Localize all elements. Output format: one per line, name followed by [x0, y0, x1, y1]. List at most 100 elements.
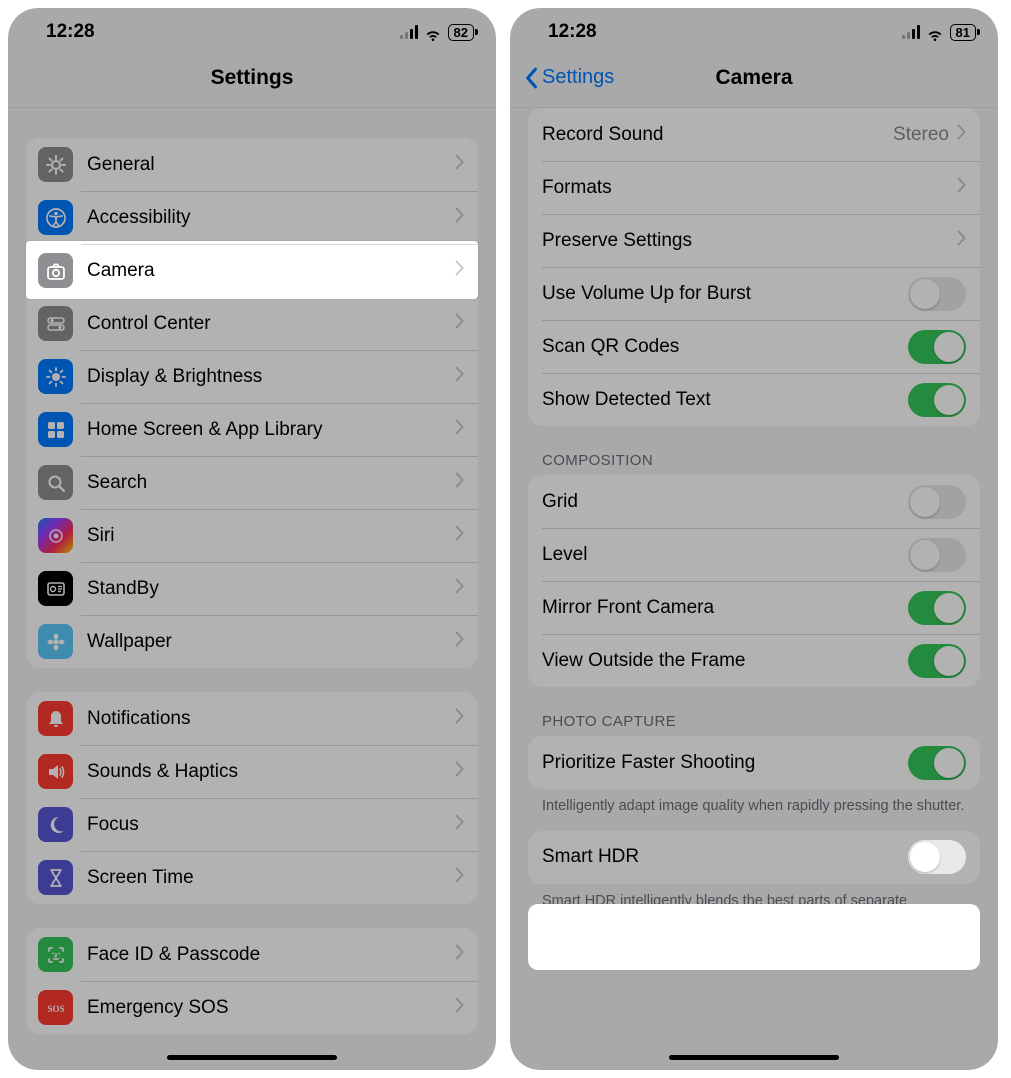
chevron-right-icon: [957, 124, 966, 145]
chevron-right-icon: [455, 761, 464, 782]
page-title: Settings: [211, 66, 294, 90]
settings-row-sos[interactable]: SOSEmergency SOS: [26, 981, 478, 1034]
row-label: Notifications: [87, 708, 455, 730]
status-time: 12:28: [46, 21, 95, 43]
row-label: Show Detected Text: [542, 389, 908, 411]
chevron-right-icon: [455, 260, 464, 281]
camera-row-burst[interactable]: Use Volume Up for Burst: [528, 267, 980, 320]
settings-row-control-center[interactable]: Control Center: [26, 297, 478, 350]
detected-text-toggle[interactable]: [908, 383, 966, 417]
sun-icon: [38, 359, 73, 394]
cellular-icon: [400, 25, 418, 39]
camera-row-detected-text[interactable]: Show Detected Text: [528, 373, 980, 426]
mirror-toggle[interactable]: [908, 591, 966, 625]
faster-toggle[interactable]: [908, 746, 966, 780]
switches-icon: [38, 306, 73, 341]
row-label: Siri: [87, 525, 455, 547]
settings-row-camera[interactable]: Camera: [26, 244, 478, 297]
smart-hdr-toggle[interactable]: [908, 840, 966, 874]
chevron-right-icon: [455, 207, 464, 228]
row-label: Prioritize Faster Shooting: [542, 752, 908, 774]
qr-toggle[interactable]: [908, 330, 966, 364]
camera-row-smart-hdr[interactable]: Smart HDR: [528, 831, 980, 884]
camera-row-formats[interactable]: Formats: [528, 161, 980, 214]
camera-settings-screen: 12:28 81 Settings Camera Record SoundSte…: [510, 8, 998, 1070]
flower-icon: [38, 624, 73, 659]
settings-row-notifications[interactable]: Notifications: [26, 692, 478, 745]
settings-row-accessibility[interactable]: Accessibility: [26, 191, 478, 244]
settings-row-screen-time[interactable]: Screen Time: [26, 851, 478, 904]
row-label: Level: [542, 544, 908, 566]
row-label: Accessibility: [87, 207, 455, 229]
back-button[interactable]: Settings: [524, 66, 614, 89]
moon-icon: [38, 807, 73, 842]
settings-row-home-screen[interactable]: Home Screen & App Library: [26, 403, 478, 456]
smart-hdr-highlight: [528, 904, 980, 970]
chevron-right-icon: [455, 472, 464, 493]
status-bar: 12:28 82: [8, 8, 496, 48]
settings-group-1: General Accessibility Camera Control Center…: [26, 138, 478, 668]
camera-row-faster[interactable]: Prioritize Faster Shooting: [528, 736, 980, 789]
camera-row-grid[interactable]: Grid: [528, 475, 980, 528]
sos-icon: SOS: [38, 990, 73, 1025]
row-label: Focus: [87, 814, 455, 836]
chevron-right-icon: [455, 366, 464, 387]
camera-row-level[interactable]: Level: [528, 528, 980, 581]
row-label: Formats: [542, 177, 957, 199]
camera-row-view-outside[interactable]: View Outside the Frame: [528, 634, 980, 687]
row-label: Home Screen & App Library: [87, 419, 455, 441]
camera-group-photo-a: Prioritize Faster Shooting: [528, 736, 980, 789]
camera-row-record-sound[interactable]: Record SoundStereo: [528, 108, 980, 161]
row-label: Control Center: [87, 313, 455, 335]
camera-row-qr[interactable]: Scan QR Codes: [528, 320, 980, 373]
camera-row-mirror[interactable]: Mirror Front Camera: [528, 581, 980, 634]
wifi-icon: [926, 25, 944, 39]
row-label: Preserve Settings: [542, 230, 957, 252]
grid-toggle[interactable]: [908, 485, 966, 519]
chevron-right-icon: [455, 867, 464, 888]
settings-row-focus[interactable]: Focus: [26, 798, 478, 851]
row-label: Wallpaper: [87, 631, 455, 653]
burst-toggle[interactable]: [908, 277, 966, 311]
row-label: Use Volume Up for Burst: [542, 283, 908, 305]
navbar: Settings Camera: [510, 48, 998, 108]
view-outside-toggle[interactable]: [908, 644, 966, 678]
row-label: Sounds & Haptics: [87, 761, 455, 783]
siri-icon: [38, 518, 73, 553]
row-label: Scan QR Codes: [542, 336, 908, 358]
speaker-icon: [38, 754, 73, 789]
settings-row-wallpaper[interactable]: Wallpaper: [26, 615, 478, 668]
home-indicator: [167, 1055, 337, 1060]
cellular-icon: [902, 25, 920, 39]
row-label: Face ID & Passcode: [87, 944, 455, 966]
navbar: Settings: [8, 48, 496, 108]
settings-group-2: Notifications Sounds & Haptics Focus Screen…: [26, 692, 478, 904]
status-time: 12:28: [548, 21, 597, 43]
settings-row-siri[interactable]: Siri: [26, 509, 478, 562]
row-label: Display & Brightness: [87, 366, 455, 388]
photo-capture-header: PHOTO CAPTURE: [542, 713, 976, 730]
chevron-right-icon: [455, 997, 464, 1018]
wifi-icon: [424, 25, 442, 39]
search-icon: [38, 465, 73, 500]
camera-group-1: Record SoundStereo Formats Preserve Settin…: [528, 108, 980, 426]
svg-text:SOS: SOS: [47, 1004, 64, 1014]
chevron-right-icon: [455, 944, 464, 965]
row-label: Screen Time: [87, 867, 455, 889]
settings-row-general[interactable]: General: [26, 138, 478, 191]
battery-level: 82: [448, 24, 474, 41]
settings-row-standby[interactable]: StandBy: [26, 562, 478, 615]
row-label: Search: [87, 472, 455, 494]
settings-row-display[interactable]: Display & Brightness: [26, 350, 478, 403]
settings-screen: 12:28 82 Settings General Accessibility Ca…: [8, 8, 496, 1070]
settings-row-faceid[interactable]: Face ID & Passcode: [26, 928, 478, 981]
chevron-right-icon: [455, 313, 464, 334]
camera-row-preserve[interactable]: Preserve Settings: [528, 214, 980, 267]
row-label: Camera: [87, 260, 455, 282]
settings-row-sounds[interactable]: Sounds & Haptics: [26, 745, 478, 798]
battery-level: 81: [950, 24, 976, 41]
level-toggle[interactable]: [908, 538, 966, 572]
row-label: Record Sound: [542, 124, 893, 146]
back-label: Settings: [542, 66, 614, 89]
settings-row-search[interactable]: Search: [26, 456, 478, 509]
